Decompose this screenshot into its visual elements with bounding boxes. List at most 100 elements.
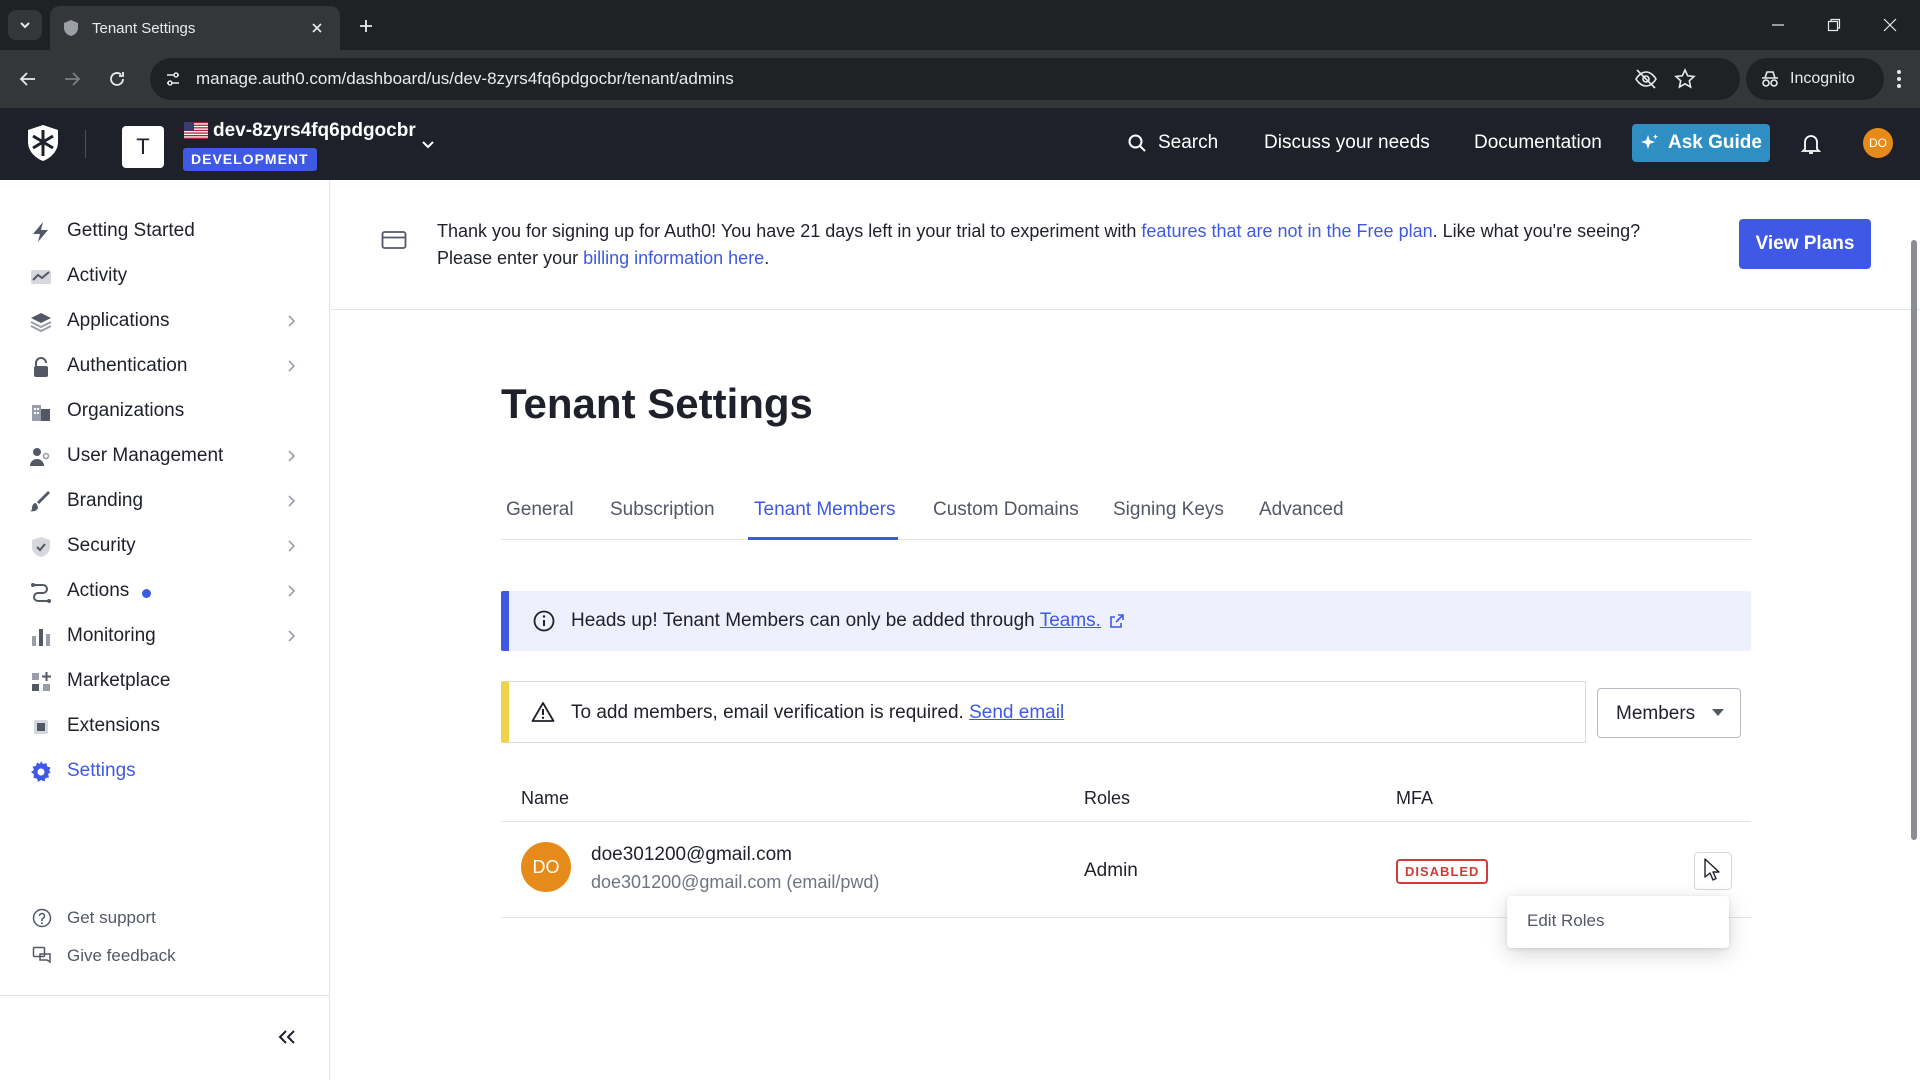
bolt-icon [33, 222, 48, 242]
member-avatar: DO [521, 842, 571, 892]
send-email-link[interactable]: Send email [969, 702, 1064, 723]
sidebar-item-activity[interactable]: Activity [0, 256, 330, 296]
page-title: Tenant Settings [501, 380, 813, 427]
page-scrollbar[interactable] [1911, 240, 1917, 840]
sidebar-item-organizations[interactable]: Organizations [0, 391, 330, 431]
sidebar-item-authentication[interactable]: Authentication [0, 346, 330, 386]
reload-button[interactable] [102, 64, 132, 94]
more-vertical-icon [1897, 70, 1901, 88]
give-feedback-link[interactable]: Give feedback [0, 940, 330, 972]
restore-button[interactable] [1806, 0, 1862, 50]
sidebar-item-label: Extensions [67, 715, 160, 736]
tab-signing-keys[interactable]: Signing Keys [1113, 499, 1224, 521]
discuss-needs-link[interactable]: Discuss your needs [1264, 132, 1430, 154]
tab-general[interactable]: General [506, 499, 574, 521]
sidebar-item-label: Actions [67, 580, 130, 601]
active-tab-indicator [748, 537, 898, 540]
help-circle-icon [32, 908, 52, 928]
reload-icon [110, 72, 124, 86]
discuss-label: Discuss your needs [1264, 132, 1430, 153]
sidebar-item-label: Applications [67, 310, 170, 331]
sidebar-item-label: Activity [67, 265, 128, 286]
get-support-link[interactable]: Get support [0, 902, 330, 934]
lock-icon [34, 357, 48, 377]
environment-badge: DEVELOPMENT [183, 148, 317, 171]
member-email[interactable]: doe301200@gmail.com [591, 844, 792, 866]
heads-up-notice: Heads up! Tenant Members can only be add… [501, 591, 1751, 651]
browser-menu-button[interactable] [1884, 64, 1914, 94]
tenant-name[interactable]: dev-8zyrs4fq6pdgocbr [213, 120, 416, 142]
view-plans-button[interactable]: View Plans [1739, 219, 1871, 269]
notifications-bell-icon[interactable] [1800, 132, 1822, 156]
address-bar[interactable]: manage.auth0.com/dashboard/us/dev-8zyrs4… [150, 58, 1740, 100]
site-info-icon[interactable] [162, 68, 184, 90]
activity-icon [31, 270, 51, 284]
sidebar-item-applications[interactable]: Applications [0, 301, 330, 341]
sidebar-item-security[interactable]: Security [0, 526, 330, 566]
tab-title: Tenant Settings [92, 19, 196, 37]
collapse-sidebar-icon[interactable] [276, 1028, 298, 1046]
column-header-roles: Roles [1084, 788, 1131, 808]
external-link-icon[interactable] [1109, 613, 1125, 629]
user-avatar[interactable]: DO [1863, 128, 1893, 158]
trial-message: Thank you for signing up for Auth0! You … [437, 218, 1687, 272]
mouse-cursor-icon [1704, 858, 1720, 881]
sidebar-item-label: Security [67, 535, 136, 556]
free-plan-features-link[interactable]: features that are not in the Free plan [1141, 221, 1432, 241]
incognito-indicator[interactable]: Incognito [1746, 58, 1884, 100]
chevron-down-icon [20, 22, 30, 29]
mfa-status-badge: DISABLED [1396, 859, 1489, 884]
url-text: manage.auth0.com/dashboard/us/dev-8zyrs4… [196, 69, 734, 88]
tab-subscription[interactable]: Subscription [610, 499, 715, 521]
browser-tab[interactable]: Tenant Settings [50, 6, 340, 50]
column-header-name[interactable]: Name [521, 788, 569, 809]
minimize-button[interactable] [1750, 0, 1806, 50]
tenant-avatar[interactable]: T [122, 126, 164, 168]
auth0-logo-icon[interactable] [26, 124, 60, 162]
layers-icon [30, 313, 52, 333]
chevron-right-icon [288, 585, 296, 597]
plus-icon [360, 20, 372, 32]
tab-advanced[interactable]: Advanced [1259, 499, 1344, 521]
sidebar-item-marketplace[interactable]: Marketplace [0, 661, 330, 701]
email-verification-warning: To add members, email verification is re… [501, 681, 1586, 743]
gear-icon [31, 761, 51, 782]
members-filter-select[interactable]: Members [1597, 688, 1741, 738]
trial-text: Thank you for signing up for Auth0! You … [437, 221, 1142, 241]
header-search-button[interactable]: Search [1128, 132, 1218, 154]
sidebar-item-getting-started[interactable]: Getting Started [0, 211, 330, 251]
sidebar-item-monitoring[interactable]: Monitoring [0, 616, 330, 656]
back-button[interactable] [13, 64, 43, 94]
brush-icon [30, 491, 50, 512]
new-tab-button[interactable] [352, 12, 380, 40]
tab-close-icon[interactable] [306, 17, 328, 39]
sidebar-item-user-management[interactable]: User Management [0, 436, 330, 476]
teams-link[interactable]: Teams. [1040, 610, 1101, 632]
sidebar-item-branding[interactable]: Branding [0, 481, 330, 521]
sidebar-item-actions[interactable]: Actions [0, 571, 330, 611]
feedback-icon [32, 946, 51, 964]
tenant-switcher-chevron-icon[interactable] [420, 136, 436, 152]
forward-button[interactable] [57, 64, 87, 94]
edit-roles-menu-item[interactable]: Edit Roles [1527, 911, 1604, 931]
sidebar-item-label: User Management [67, 445, 224, 466]
sidebar-item-label: Organizations [67, 400, 185, 421]
notice-bold: Heads up! [571, 610, 658, 631]
billing-information-link[interactable]: billing information here [583, 248, 764, 268]
tracking-protection-icon[interactable] [1634, 68, 1658, 90]
close-window-button[interactable] [1862, 0, 1918, 50]
tab-custom-domains[interactable]: Custom Domains [933, 499, 1079, 521]
tab-tenant-members[interactable]: Tenant Members [754, 499, 896, 521]
sidebar-item-extensions[interactable]: Extensions [0, 706, 330, 746]
documentation-link[interactable]: Documentation [1474, 132, 1602, 154]
sidebar-item-label: Monitoring [67, 625, 156, 646]
chevron-right-icon [288, 540, 296, 552]
sidebar-item-settings[interactable]: Settings [0, 751, 330, 791]
bookmark-star-icon[interactable] [1674, 68, 1696, 90]
tab-search-button[interactable] [8, 10, 42, 40]
browser-toolbar: manage.auth0.com/dashboard/us/dev-8zyrs4… [0, 50, 1920, 108]
ask-guide-button[interactable]: Ask Guide [1632, 124, 1770, 162]
incognito-icon [1762, 71, 1778, 87]
search-icon [1128, 134, 1146, 152]
building-icon [32, 405, 50, 421]
